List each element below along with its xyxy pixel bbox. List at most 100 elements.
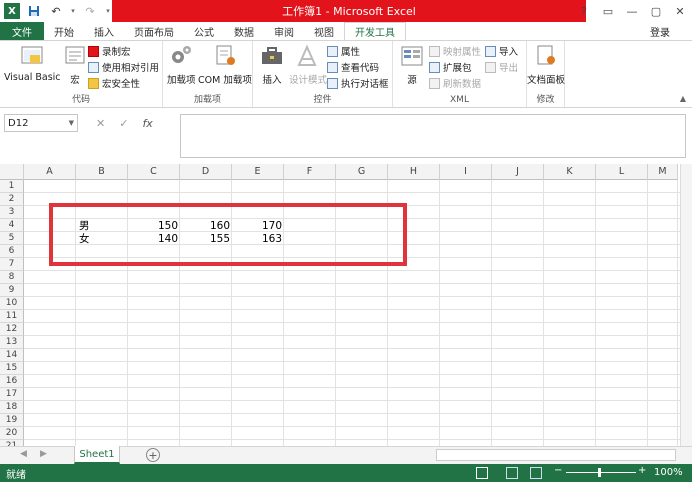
visual-basic-button[interactable]: Visual Basic <box>4 43 61 83</box>
tab-insert[interactable]: 插入 <box>84 22 124 40</box>
import-button[interactable]: 导入 <box>485 44 518 58</box>
row-header-12[interactable]: 12 <box>0 323 24 336</box>
row-header-18[interactable]: 18 <box>0 401 24 414</box>
row-header-1[interactable]: 1 <box>0 180 24 193</box>
column-header-L[interactable]: L <box>596 164 648 180</box>
customize-qat-icon[interactable]: ▾ <box>104 3 112 19</box>
page-layout-view-icon[interactable] <box>506 467 518 479</box>
select-all-corner[interactable] <box>0 164 24 180</box>
column-header-E[interactable]: E <box>232 164 284 180</box>
design-mode-button[interactable]: 设计模式 <box>289 43 327 86</box>
row-header-11[interactable]: 11 <box>0 310 24 323</box>
chevron-down-icon[interactable]: ▼ <box>69 119 74 127</box>
zoom-slider-thumb[interactable] <box>598 468 601 477</box>
column-header-M[interactable]: M <box>648 164 678 180</box>
row-header-9[interactable]: 9 <box>0 284 24 297</box>
status-ready: 就绪 <box>6 469 26 481</box>
com-addins-button[interactable]: COM 加载项 <box>198 43 252 86</box>
properties-button[interactable]: 属性 <box>327 44 360 58</box>
row-header-15[interactable]: 15 <box>0 362 24 375</box>
cancel-entry-icon[interactable]: ✕ <box>96 117 105 130</box>
map-properties-button[interactable]: 映射属性 <box>429 44 481 58</box>
column-header-C[interactable]: C <box>128 164 180 180</box>
tab-page-layout[interactable]: 页面布局 <box>124 22 184 40</box>
insert-control-button[interactable]: 插入 <box>259 43 285 86</box>
add-sheet-button[interactable]: + <box>146 448 160 462</box>
column-header-K[interactable]: K <box>544 164 596 180</box>
row-header-6[interactable]: 6 <box>0 245 24 258</box>
help-icon[interactable]: ? <box>572 0 596 22</box>
row-header-3[interactable]: 3 <box>0 206 24 219</box>
title-bar: X ↶ ▾ ↷ ▾ 工作簿1 - Microsoft Excel ? ▭ — ▢… <box>0 0 692 22</box>
row-header-13[interactable]: 13 <box>0 336 24 349</box>
row-header-4[interactable]: 4 <box>0 219 24 232</box>
macros-button[interactable]: 宏 <box>62 43 88 86</box>
row-header-17[interactable]: 17 <box>0 388 24 401</box>
scroll-left-icon[interactable]: ◀ <box>20 449 27 459</box>
tab-view[interactable]: 视图 <box>304 22 344 40</box>
tab-formulas[interactable]: 公式 <box>184 22 224 40</box>
zoom-slider[interactable] <box>566 472 636 473</box>
sheet-tab-sheet1[interactable]: Sheet1 <box>74 446 120 464</box>
refresh-data-button[interactable]: 刷新数据 <box>429 76 481 90</box>
source-button[interactable]: 源 <box>399 43 425 86</box>
undo-dropdown-icon[interactable]: ▾ <box>70 3 76 19</box>
row-header-2[interactable]: 2 <box>0 193 24 206</box>
column-header-D[interactable]: D <box>180 164 232 180</box>
row-gridline <box>24 296 680 297</box>
horizontal-scrollbar[interactable] <box>436 449 676 461</box>
row-header-7[interactable]: 7 <box>0 258 24 271</box>
column-header-I[interactable]: I <box>440 164 492 180</box>
row-header-16[interactable]: 16 <box>0 375 24 388</box>
insert-function-icon[interactable]: fx <box>142 117 152 130</box>
collapse-ribbon-icon[interactable]: ▲ <box>680 94 686 103</box>
zoom-in-icon[interactable]: + <box>638 465 646 476</box>
sign-in-link[interactable]: 登录 <box>650 22 670 40</box>
view-code-button[interactable]: 查看代码 <box>327 60 379 74</box>
expansion-packs-button[interactable]: 扩展包 <box>429 60 472 74</box>
undo-icon[interactable]: ↶ <box>48 3 64 19</box>
vertical-scrollbar[interactable] <box>680 164 692 446</box>
tab-review[interactable]: 审阅 <box>264 22 304 40</box>
normal-view-icon[interactable] <box>476 467 488 479</box>
column-header-H[interactable]: H <box>388 164 440 180</box>
tab-data[interactable]: 数据 <box>224 22 264 40</box>
restore-button[interactable]: ▢ <box>644 0 668 22</box>
column-header-G[interactable]: G <box>336 164 388 180</box>
tab-developer[interactable]: 开发工具 <box>344 22 406 40</box>
page-break-view-icon[interactable] <box>530 467 542 479</box>
minimize-button[interactable]: — <box>620 0 644 22</box>
tab-home[interactable]: 开始 <box>44 22 84 40</box>
document-panel-button[interactable]: 文档面板 <box>527 43 565 86</box>
scroll-right-icon[interactable]: ▶ <box>40 449 47 459</box>
record-macro-button[interactable]: 录制宏 <box>88 44 131 58</box>
row-header-10[interactable]: 10 <box>0 297 24 310</box>
formula-tools: ✕ ✓ fx <box>96 114 153 132</box>
run-dialog-button[interactable]: 执行对话框 <box>327 76 389 90</box>
macro-security-button[interactable]: 宏安全性 <box>88 76 140 90</box>
close-button[interactable]: ✕ <box>668 0 692 22</box>
row-header-8[interactable]: 8 <box>0 271 24 284</box>
name-box[interactable]: D12 ▼ <box>4 114 78 132</box>
row-header-19[interactable]: 19 <box>0 414 24 427</box>
relative-reference-button[interactable]: 使用相对引用 <box>88 60 159 74</box>
tab-file[interactable]: 文件 <box>0 22 44 40</box>
zoom-level[interactable]: 100% <box>654 467 683 478</box>
row-header-5[interactable]: 5 <box>0 232 24 245</box>
ribbon-display-icon[interactable]: ▭ <box>596 0 620 22</box>
column-header-F[interactable]: F <box>284 164 336 180</box>
controls-group-label: 控件 <box>313 95 332 105</box>
spreadsheet-grid[interactable]: ABCDEFGHIJKLM 1 2 3 4 5 6 7 8 9 10 11 12 13 14 15 16 17 1… <box>0 164 692 446</box>
save-icon[interactable] <box>26 3 42 19</box>
redo-icon[interactable]: ↷ <box>82 3 98 19</box>
row-header-14[interactable]: 14 <box>0 349 24 362</box>
formula-input[interactable] <box>180 114 686 158</box>
zoom-out-icon[interactable]: − <box>554 465 562 476</box>
column-header-B[interactable]: B <box>76 164 128 180</box>
addins-button[interactable]: 加载项 <box>167 43 196 86</box>
export-button[interactable]: 导出 <box>485 60 518 74</box>
column-header-A[interactable]: A <box>24 164 76 180</box>
row-header-20[interactable]: 20 <box>0 427 24 440</box>
column-header-J[interactable]: J <box>492 164 544 180</box>
confirm-entry-icon[interactable]: ✓ <box>119 117 128 130</box>
